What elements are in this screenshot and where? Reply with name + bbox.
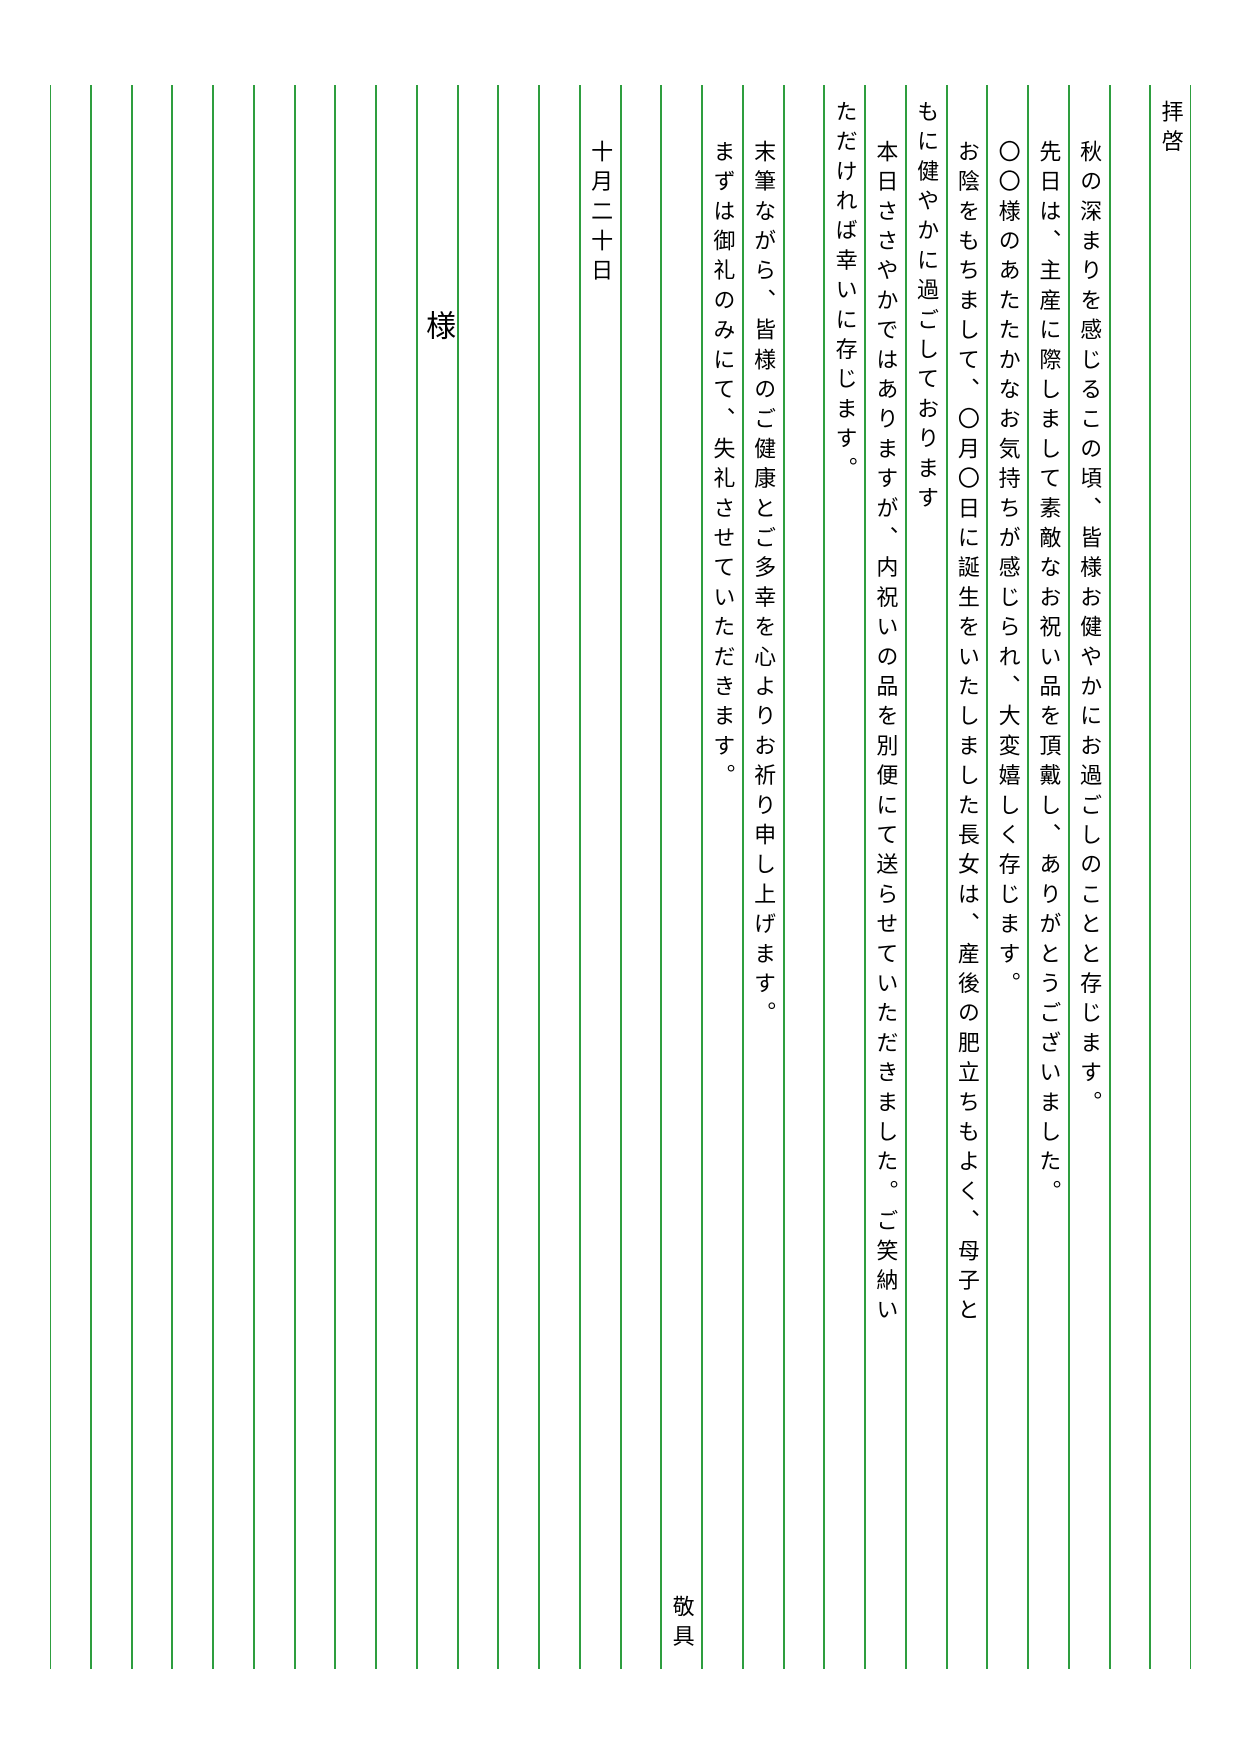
column-23 xyxy=(254,85,295,1669)
column-19: 様 xyxy=(417,85,458,1669)
column-25 xyxy=(172,85,213,1669)
column-24 xyxy=(213,85,254,1669)
text-col-19: 様 xyxy=(422,310,452,349)
column-4: 先日は、主産に際しまして素敵なお祝い品を頂戴し、ありがとうございました。 xyxy=(1028,85,1069,1669)
column-14 xyxy=(621,85,662,1669)
column-7: もに健やかに過ごしております xyxy=(906,85,947,1669)
column-13: 敬具 xyxy=(661,85,702,1669)
column-26 xyxy=(132,85,173,1669)
column-5: 〇〇様のあたたかなお気持ちが感じられ、大変嬉しく存じます。 xyxy=(987,85,1028,1669)
text-col-9: ただければ幸いに存じます。 xyxy=(834,100,856,486)
text-col-3: 秋の深まりを感じるこの頃、皆様お健やかにお過ごしのことと存じます。 xyxy=(1078,140,1100,1120)
column-27 xyxy=(91,85,132,1669)
column-8: 本日ささやかではありますが、内祝いの品を別便にて送らせていただきました。ご笑納い xyxy=(865,85,906,1669)
text-col-8: 本日ささやかではありますが、内祝いの品を別便にて送らせていただきました。ご笑納い xyxy=(874,140,896,1328)
column-12: まずは御礼のみにて、失礼させていただきます。 xyxy=(702,85,743,1669)
column-16 xyxy=(539,85,580,1669)
text-col-4: 先日は、主産に際しまして素敵なお祝い品を頂戴し、ありがとうございました。 xyxy=(1037,140,1059,1209)
text-col-11: 末筆ながら、皆様のご健康とご多幸を心よりお祈り申し上げます。 xyxy=(752,140,774,1031)
text-col-15: 十月二十日 xyxy=(589,140,611,289)
letter-page: 拝啓 秋の深まりを感じるこの頃、皆様お健やかにお過ごしのことと存じます。 先日は… xyxy=(50,85,1191,1669)
text-col-5: 〇〇様のあたたかなお気持ちが感じられ、大変嬉しく存じます。 xyxy=(997,140,1019,1001)
column-17 xyxy=(498,85,539,1669)
column-1: 拝啓 xyxy=(1150,85,1191,1669)
column-20 xyxy=(376,85,417,1669)
column-9: ただければ幸いに存じます。 xyxy=(824,85,865,1669)
column-2 xyxy=(1110,85,1151,1669)
text-col-7: もに健やかに過ごしております xyxy=(915,100,937,516)
text-col-1: 拝啓 xyxy=(1160,100,1182,159)
column-10 xyxy=(784,85,825,1669)
column-11: 末筆ながら、皆様のご健康とご多幸を心よりお祈り申し上げます。 xyxy=(743,85,784,1669)
column-28 xyxy=(50,85,91,1669)
text-col-12: まずは御礼のみにて、失礼させていただきます。 xyxy=(711,140,733,793)
column-22 xyxy=(295,85,336,1669)
column-3: 秋の深まりを感じるこの頃、皆様お健やかにお過ごしのことと存じます。 xyxy=(1069,85,1110,1669)
column-6: お陰をもちまして、〇月〇日に誕生をいたしました長女は、産後の肥立ちもよく、母子と xyxy=(947,85,988,1669)
column-21 xyxy=(335,85,376,1669)
text-col-13: 敬具 xyxy=(671,1595,693,1654)
column-18 xyxy=(458,85,499,1669)
text-col-6: お陰をもちまして、〇月〇日に誕生をいたしました長女は、産後の肥立ちもよく、母子と xyxy=(956,140,978,1328)
column-15: 十月二十日 xyxy=(580,85,621,1669)
